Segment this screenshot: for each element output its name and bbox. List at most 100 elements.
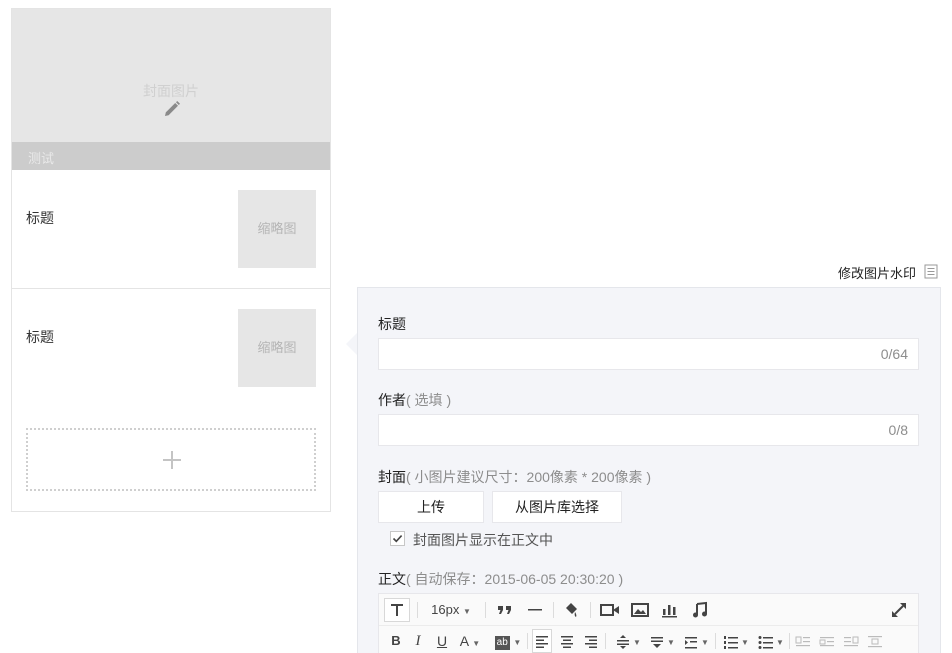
ordered-list-dropdown[interactable]: ▼ xyxy=(719,629,751,653)
plus-icon xyxy=(163,451,181,469)
toolbar-separator xyxy=(789,633,790,649)
float-right-button[interactable] xyxy=(841,629,861,653)
toolbar-separator xyxy=(485,602,486,618)
chevron-down-icon: ▼ xyxy=(462,607,471,616)
paragraph-spacing-dropdown[interactable]: ▼ xyxy=(645,629,677,653)
align-right-icon xyxy=(585,636,597,648)
cover-label: 封面( 小图片建议尺寸：200像素 * 200像素 ) xyxy=(378,467,651,487)
cover-label-text: 封面 xyxy=(378,469,406,485)
music-icon xyxy=(693,601,707,618)
bold-button[interactable]: B xyxy=(387,629,405,653)
author-field-box: 0/8 xyxy=(378,414,919,446)
horizontal-rule-icon xyxy=(528,609,542,611)
unordered-list-dropdown[interactable]: ▼ xyxy=(754,629,786,653)
author-label-text: 作者 xyxy=(378,392,406,408)
indent-dropdown[interactable]: ▼ xyxy=(679,629,711,653)
choose-from-library-button[interactable]: 从图片库选择 xyxy=(492,491,622,523)
article-editor-panel: 标题 0/64 作者( 选填 ) 0/8 封面( 小图片建议尺寸：200像素 *… xyxy=(357,287,941,653)
font-color-label: A xyxy=(459,633,469,649)
insert-chart-button[interactable] xyxy=(658,598,682,622)
add-article-button[interactable] xyxy=(26,428,316,491)
cover-placeholder-text: 封面图片 xyxy=(143,83,199,99)
video-icon xyxy=(600,604,619,616)
show-cover-label: 封面图片显示在正文中 xyxy=(413,532,553,548)
horizontal-rule-button[interactable] xyxy=(524,598,546,622)
line-height-dropdown[interactable]: ▼ xyxy=(611,629,643,653)
underline-button[interactable]: U xyxy=(433,629,451,653)
toolbar-separator xyxy=(553,602,554,618)
align-center-button[interactable] xyxy=(557,629,577,653)
upload-button[interactable]: 上传 xyxy=(378,491,484,523)
font-color-button[interactable]: A ▼ xyxy=(455,629,485,653)
align-center-icon xyxy=(561,636,573,648)
chevron-down-icon: ▼ xyxy=(667,638,675,647)
cover-title: 测试 xyxy=(28,151,55,166)
autosave-status: ( 自动保存：2015-06-05 20:30:20 ) xyxy=(406,571,624,587)
author-label: 作者( 选填 ) xyxy=(378,390,451,410)
cover-title-bar: 测试 xyxy=(12,142,330,170)
image-icon xyxy=(631,603,649,617)
article-list-item[interactable]: 标题 缩略图 xyxy=(12,170,330,289)
highlight-color-button[interactable]: ab ▼ xyxy=(491,629,525,653)
font-size-value: 16px xyxy=(431,602,460,617)
chevron-down-icon: ▼ xyxy=(513,638,522,647)
align-right-button[interactable] xyxy=(581,629,601,653)
author-hint: ( 选填 ) xyxy=(406,392,452,408)
toolbar-separator xyxy=(527,633,528,649)
chevron-down-icon: ▼ xyxy=(701,638,709,647)
article-list-item[interactable]: 标题 缩略图 xyxy=(12,289,330,408)
chart-icon xyxy=(662,605,677,618)
article-item-title: 标题 xyxy=(26,210,54,226)
float-left-icon xyxy=(795,636,810,647)
article-item-thumbnail: 缩略图 xyxy=(238,309,316,387)
align-left-button[interactable] xyxy=(532,629,552,653)
title-field-box: 0/64 xyxy=(378,338,919,370)
insert-image-button[interactable] xyxy=(628,598,652,622)
format-painter-icon xyxy=(566,603,577,617)
body-label: 正文( 自动保存：2015-06-05 20:30:20 ) xyxy=(378,569,623,589)
paragraph-spacing-icon xyxy=(651,636,664,648)
highlight-label: ab xyxy=(494,636,510,650)
float-left-button[interactable] xyxy=(793,629,813,653)
cover-size-hint: ( 小图片建议尺寸：200像素 * 200像素 ) xyxy=(406,469,652,485)
article-item-thumbnail: 缩略图 xyxy=(238,190,316,268)
pencil-icon[interactable] xyxy=(162,99,182,119)
panel-pointer-arrow xyxy=(346,333,357,355)
title-label: 标题 xyxy=(378,316,406,332)
text-format-icon xyxy=(391,604,403,616)
editor-toolbar: 16px ▼ B I U A ▼ ab ▼ ▼ ▼ ▼ ▼ ▼ xyxy=(378,593,919,653)
show-cover-checkbox[interactable] xyxy=(390,531,405,546)
insert-music-button[interactable] xyxy=(688,598,712,622)
italic-button[interactable]: I xyxy=(409,629,427,653)
align-left-icon xyxy=(536,636,548,648)
float-center-button[interactable] xyxy=(865,629,885,653)
ordered-list-icon xyxy=(724,635,739,649)
body-label-text: 正文 xyxy=(378,571,406,587)
author-input[interactable] xyxy=(379,415,849,445)
chevron-down-icon: ▼ xyxy=(472,639,481,648)
float-right-icon xyxy=(844,636,859,647)
text-format-button[interactable] xyxy=(384,598,410,622)
unordered-list-icon xyxy=(758,635,774,649)
author-char-counter: 0/8 xyxy=(888,422,908,438)
toolbar-row-2: B I U A ▼ ab ▼ ▼ ▼ ▼ ▼ ▼ xyxy=(379,626,918,653)
title-input[interactable] xyxy=(379,339,849,369)
document-icon[interactable] xyxy=(924,264,938,279)
insert-video-button[interactable] xyxy=(598,598,622,622)
chevron-down-icon: ▼ xyxy=(776,638,784,647)
toolbar-separator xyxy=(417,602,418,618)
float-none-button[interactable] xyxy=(817,629,837,653)
format-painter-button[interactable] xyxy=(560,598,582,622)
blockquote-button[interactable] xyxy=(494,598,516,622)
cover-article[interactable]: 封面图片 测试 xyxy=(12,9,330,170)
edit-watermark-link[interactable]: 修改图片水印 xyxy=(838,263,916,282)
fullscreen-button[interactable] xyxy=(887,598,911,622)
article-list: 封面图片 测试 标题 缩略图 标题 缩略图 xyxy=(11,8,331,512)
toolbar-row-1: 16px ▼ xyxy=(379,594,918,626)
chevron-down-icon: ▼ xyxy=(633,638,641,647)
checkmark-icon xyxy=(392,535,403,543)
title-char-counter: 0/64 xyxy=(880,346,908,362)
float-none-icon xyxy=(819,637,834,647)
font-size-dropdown[interactable]: 16px ▼ xyxy=(425,598,477,622)
fullscreen-icon xyxy=(892,603,906,617)
